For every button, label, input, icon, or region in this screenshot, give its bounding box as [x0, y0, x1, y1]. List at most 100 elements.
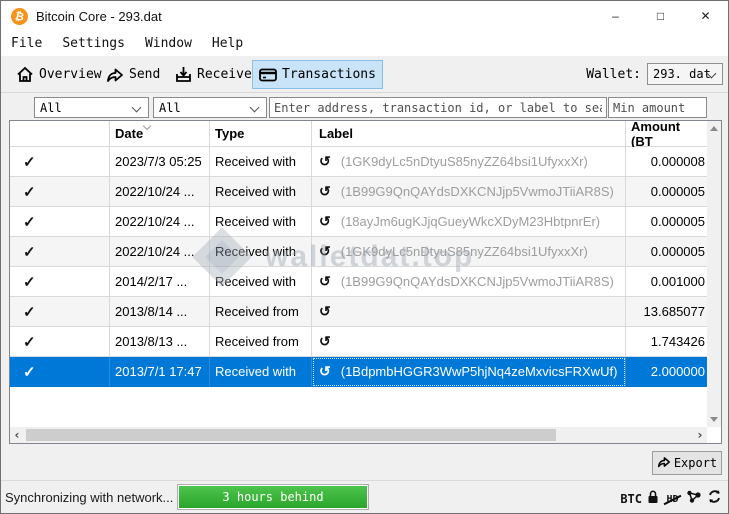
window-controls: – □ ✕ — [593, 1, 728, 31]
amount-cell: 0.000005 — [626, 237, 707, 267]
sync-status-text: Synchronizing with network... — [5, 490, 173, 505]
amount-cell: 0.000005 — [626, 177, 707, 207]
tab-transactions[interactable]: Transactions — [252, 60, 383, 89]
transactions-card-icon — [259, 68, 277, 82]
table-row[interactable]: ✓ 2014/2/17 ... Received with ↺ (1B99G9Q… — [10, 267, 707, 297]
hd-disabled-icon: HD — [664, 493, 681, 506]
table-row[interactable]: ✓ 2023/7/3 05:25 Received with ↺ (1GK9dy… — [10, 147, 707, 177]
vertical-scrollbar[interactable] — [707, 121, 721, 427]
address-text: (1BdpmbHGGR3WwP5hjNq4zeMxvicsFRXwUf) — [341, 364, 618, 379]
export-button[interactable]: Export — [652, 451, 722, 475]
column-header-status[interactable] — [10, 121, 110, 146]
label-cell: ↺ (1GK9dyLc5nDtyuS85nyZZ64bsi1UfyxxXr) — [312, 147, 626, 177]
type-cell: Received from — [210, 327, 312, 357]
column-header-label[interactable]: Label — [312, 121, 626, 146]
table-row[interactable]: ✓ 2013/7/1 17:47 Received with ↺ (1Bdpmb… — [10, 357, 707, 387]
export-arrow-icon — [657, 456, 671, 471]
tab-receive[interactable]: Receive — [168, 60, 259, 89]
tab-receive-label: Receive — [197, 67, 252, 82]
min-amount-input[interactable] — [608, 97, 707, 118]
column-header-date-label: Date — [115, 126, 143, 141]
sync-progress-label: 3 hours behind — [222, 490, 323, 504]
amount-cell: 0.000008 — [626, 147, 707, 177]
table-row[interactable]: ✓ 2013/8/14 ... Received from ↺ 13.68507… — [10, 297, 707, 327]
scroll-down-icon[interactable] — [710, 417, 718, 422]
sort-descending-icon — [143, 122, 151, 130]
date-cell: 2013/8/13 ... — [110, 327, 210, 357]
menu-file[interactable]: File — [9, 34, 44, 53]
column-header-date[interactable]: Date — [110, 121, 210, 146]
unit-display[interactable]: BTC — [620, 492, 642, 506]
confirmed-check-icon: ✓ — [23, 243, 36, 261]
label-cell: ↺ (1B99G9QnQAYdsDXKCNJjp5VwmoJTiiAR8S) — [312, 267, 626, 297]
label-cell: ↺ (1GK9dyLc5nDtyuS85nyZZ64bsi1UfyxxXr) — [312, 237, 626, 267]
confirmed-check-icon: ✓ — [23, 333, 36, 351]
filter-bar: All All — [1, 96, 728, 120]
date-cell: 2013/8/14 ... — [110, 297, 210, 327]
maximize-button[interactable]: □ — [638, 1, 683, 31]
date-cell: 2014/2/17 ... — [110, 267, 210, 297]
chevron-down-icon — [132, 103, 142, 113]
type-cell: Received from — [210, 297, 312, 327]
status-cell: ✓ — [10, 297, 110, 327]
date-cell: 2022/10/24 ... — [110, 207, 210, 237]
title-bar: ₿ Bitcoin Core - 293.dat – □ ✕ — [1, 1, 728, 31]
label-cell: ↺ — [312, 297, 626, 327]
tab-send-label: Send — [129, 67, 160, 82]
address-history-icon: ↺ — [319, 243, 331, 260]
column-header-type-label: Type — [215, 126, 244, 141]
table-row[interactable]: ✓ 2022/10/24 ... Received with ↺ (1B99G9… — [10, 177, 707, 207]
close-button[interactable]: ✕ — [683, 1, 728, 31]
wallet-selector[interactable]: 293. dat — [647, 63, 723, 85]
column-header-amount[interactable]: Amount (BT — [626, 121, 707, 146]
status-cell: ✓ — [10, 357, 110, 387]
type-cell: Received with — [210, 237, 312, 267]
scroll-left-icon[interactable]: ‹ — [10, 427, 24, 443]
date-filter-dropdown[interactable]: All — [34, 97, 149, 118]
table-row[interactable]: ✓ 2022/10/24 ... Received with ↺ (18ayJm… — [10, 207, 707, 237]
status-icons: BTC HD — [620, 489, 722, 509]
amount-cell: 0.000005 — [626, 207, 707, 237]
confirmed-check-icon: ✓ — [23, 303, 36, 321]
table-row[interactable]: ✓ 2013/8/13 ... Received from ↺ 1.743426 — [10, 327, 707, 357]
wallet-selector-value: 293. dat — [653, 67, 711, 81]
menu-settings[interactable]: Settings — [60, 34, 127, 53]
tab-send[interactable]: Send — [99, 60, 167, 89]
menu-window[interactable]: Window — [143, 34, 194, 53]
type-filter-dropdown[interactable]: All — [153, 97, 267, 118]
table-row[interactable]: ✓ 2022/10/24 ... Received with ↺ (1GK9dy… — [10, 237, 707, 267]
toolbar: Overview Send Receive Transactions Walle… — [1, 56, 728, 93]
search-input[interactable] — [269, 97, 607, 118]
date-cell: 2013/7/1 17:47 — [110, 357, 210, 387]
column-header-type[interactable]: Type — [210, 121, 312, 146]
column-header-amount-label: Amount (BT — [631, 119, 705, 149]
type-cell: Received with — [210, 177, 312, 207]
horizontal-scrollbar-thumb[interactable] — [26, 429, 556, 441]
tab-transactions-label: Transactions — [282, 67, 376, 82]
label-cell: ↺ — [312, 327, 626, 357]
date-cell: 2022/10/24 ... — [110, 237, 210, 267]
type-cell: Received with — [210, 207, 312, 237]
scroll-up-icon[interactable] — [710, 126, 718, 131]
export-button-label: Export — [674, 456, 717, 470]
tab-overview[interactable]: Overview — [9, 60, 109, 89]
address-history-icon: ↺ — [319, 303, 331, 320]
menu-bar: File Settings Window Help — [1, 31, 728, 56]
status-cell: ✓ — [10, 237, 110, 267]
horizontal-scrollbar[interactable]: ‹ › — [10, 427, 707, 443]
address-text: (1GK9dyLc5nDtyuS85nyZZ64bsi1UfyxxXr) — [341, 154, 588, 169]
status-cell: ✓ — [10, 267, 110, 297]
status-bar: Synchronizing with network... 3 hours be… — [1, 480, 728, 513]
amount-cell: 13.685077 — [626, 297, 707, 327]
wallet-label: Wallet: — [586, 67, 641, 82]
amount-cell: 2.000000 — [626, 357, 707, 387]
lock-icon — [647, 490, 659, 509]
menu-help[interactable]: Help — [210, 34, 245, 53]
network-peers-icon — [686, 489, 702, 509]
minimize-button[interactable]: – — [593, 1, 638, 31]
sync-progress-bar: 3 hours behind — [177, 484, 369, 510]
address-history-icon: ↺ — [319, 333, 331, 350]
home-icon — [16, 66, 34, 83]
sync-refresh-icon — [707, 489, 722, 509]
scroll-right-icon[interactable]: › — [693, 427, 707, 443]
